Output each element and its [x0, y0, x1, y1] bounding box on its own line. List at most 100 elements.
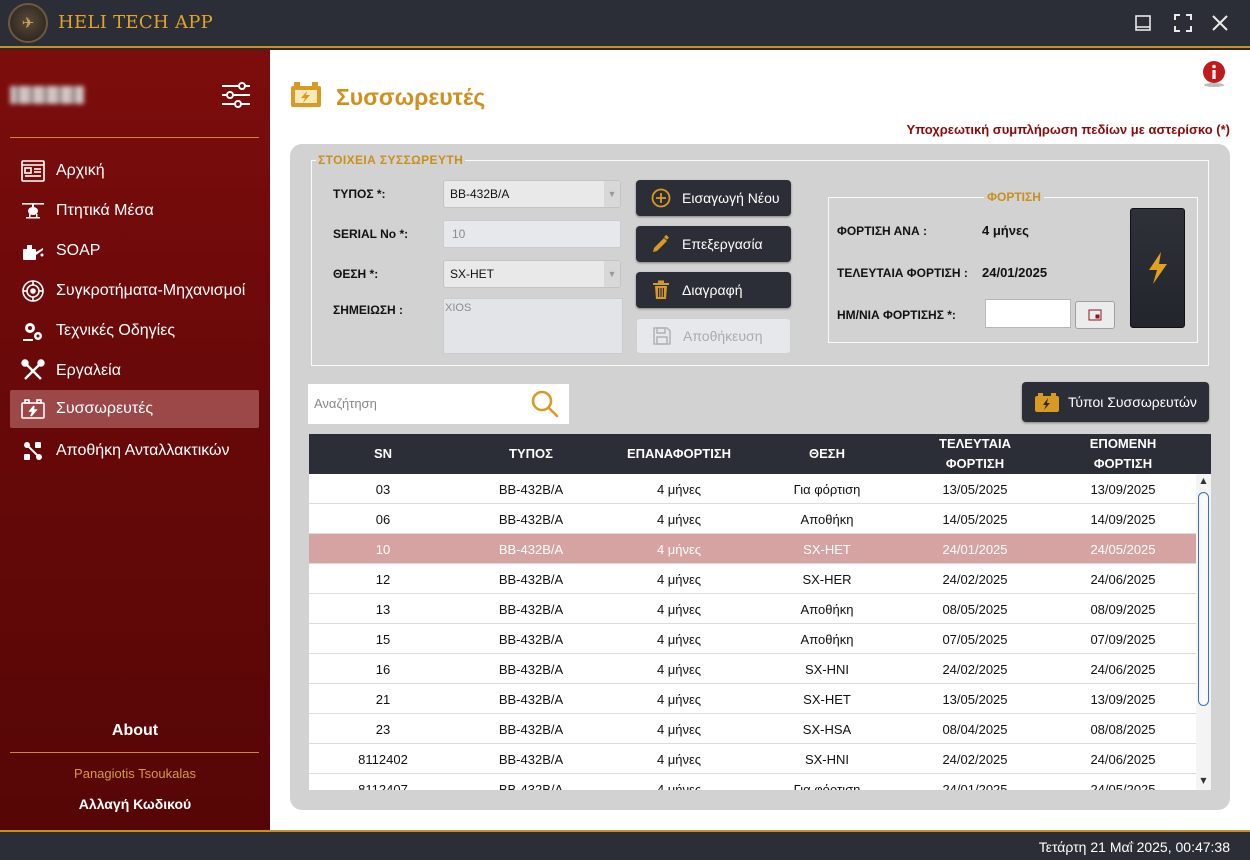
scroll-up-icon[interactable]: ▲ [1196, 476, 1211, 488]
sidebar-item-home[interactable]: Αρχική [10, 152, 259, 190]
table-cell: BB-432B/A [498, 751, 564, 767]
table-cell: 4 μήνες [656, 781, 702, 791]
fieldset-legend: ΣΤΟΙΧΕΙΑ ΣΥΣΣΩΡΕΥΤΗ [316, 153, 466, 167]
column-header[interactable]: ΤΥΠΟΣ [457, 434, 605, 474]
search-icon[interactable] [530, 389, 560, 419]
about-link[interactable]: About [0, 722, 270, 740]
main-content: Συσσωρευτές Υποχρεωτική συμπλήρωση πεδίω… [270, 50, 1250, 830]
charge-button[interactable] [1130, 208, 1185, 328]
table-row[interactable]: 06 BB-432B/A 4 μήνες Αποθήκη 14/05/2025 14/09… [309, 504, 1196, 534]
table-cell: SX-HNI [804, 751, 850, 767]
table-row[interactable]: 8112407 BB-432B/A 4 μήνες Για φόρτιση 24/01/… [309, 774, 1196, 790]
table-row[interactable]: 13 BB-432B/A 4 μήνες Αποθήκη 08/05/2025 08/09… [309, 594, 1196, 624]
dashboard-icon [20, 158, 46, 184]
charge-every-label: ΦΟΡΤΙΣΗ ΑΝΑ : [837, 224, 927, 238]
author-name: Panagiotis Tsoukalas [74, 766, 196, 781]
insert-new-button[interactable]: Εισαγωγή Νέου [636, 180, 791, 216]
position-label: ΘΕΣΗ *: [333, 267, 379, 281]
settings-sliders-icon[interactable] [220, 80, 252, 110]
position-select[interactable]: SX-HET ▼ [443, 260, 621, 288]
change-password-link[interactable]: Αλλαγή Κωδικού [0, 796, 270, 812]
table-cell: BB-432B/A [498, 691, 564, 707]
insert-new-label: Εισαγωγή Νέου [682, 190, 780, 206]
batteries-table: SN ΤΥΠΟΣ ΕΠΑΝΑΦΟΡΤΙΣΗ ΘΕΣΗ ΤΕΛΕΥΤΑΙΑ ΦΟΡΤΙΣΗ… [309, 434, 1211, 790]
type-select[interactable]: BB-432B/A ▼ [443, 180, 621, 208]
table-cell: 13 [375, 601, 391, 617]
table-cell: 4 μήνες [656, 571, 702, 587]
note-textarea[interactable]: XIOS [443, 298, 623, 354]
table-cell: 14/09/2025 [1090, 511, 1156, 527]
sidebar-item-parts-warehouse[interactable]: Αποθήκη Ανταλλακτικών [10, 432, 259, 470]
type-select-value: BB-432B/A [450, 187, 510, 201]
table-cell: 07/05/2025 [942, 631, 1008, 647]
column-header[interactable]: ΘΕΣΗ [753, 434, 901, 474]
helicopter-icon [20, 198, 46, 224]
page-title: Συσσωρευτές [336, 84, 486, 110]
oil-can-icon [20, 238, 46, 264]
table-row[interactable]: 10 BB-432B/A 4 μήνες SX-HET 24/01/2025 24/05/… [309, 534, 1196, 564]
table-row[interactable]: 8112402 BB-432B/A 4 μήνες SX-HNI 24/02/2025 2… [309, 744, 1196, 774]
maximize-icon[interactable] [1172, 12, 1194, 34]
serial-input[interactable]: 10 [443, 220, 621, 248]
table-cell: 14/05/2025 [942, 511, 1008, 527]
table-cell: 24/06/2025 [1090, 661, 1156, 677]
chevron-down-icon: ▼ [604, 181, 620, 207]
table-cell: 4 μήνες [656, 691, 702, 707]
table-header: SN ΤΥΠΟΣ ΕΠΑΝΑΦΟΡΤΙΣΗ ΘΕΣΗ ΤΕΛΕΥΤΑΙΑ ΦΟΡΤΙΣΗ… [309, 434, 1211, 474]
table-row[interactable]: 12 BB-432B/A 4 μήνες SX-HER 24/02/2025 24/06/… [309, 564, 1196, 594]
gears-icon [20, 318, 46, 344]
sidebar-item-label: Πτητικά Μέσα [56, 202, 154, 219]
calendar-button[interactable] [1075, 301, 1115, 329]
sidebar-item-assemblies[interactable]: Συγκροτήματα-Μηχανισμοί [10, 272, 259, 310]
scroll-down-icon[interactable]: ▼ [1196, 776, 1211, 788]
close-icon[interactable] [1209, 12, 1231, 34]
table-row[interactable]: 16 BB-432B/A 4 μήνες SX-HNI 24/02/2025 24/06/… [309, 654, 1196, 684]
edit-label: Επεξεργασία [682, 236, 763, 252]
scroll-thumb[interactable] [1198, 492, 1209, 706]
sidebar-item-soap[interactable]: SOAP [10, 232, 259, 270]
table-cell: BB-432B/A [498, 631, 564, 647]
table-cell: BB-432B/A [498, 721, 564, 737]
search-input[interactable]: Αναζήτηση [314, 396, 377, 411]
table-cell: 13/09/2025 [1090, 691, 1156, 707]
column-header[interactable]: SN [309, 434, 457, 474]
table-cell: 07/09/2025 [1090, 631, 1156, 647]
vertical-scrollbar[interactable]: ▲ ▼ [1196, 474, 1211, 790]
table-cell: Για φόρτιση [793, 481, 861, 497]
table-cell: 08/08/2025 [1090, 721, 1156, 737]
column-header[interactable]: ΕΠΑΝΑΦΟΡΤΙΣΗ [605, 434, 753, 474]
battery-types-label: Τύποι Συσσωρευτών [1068, 394, 1197, 410]
sidebar-item-label: Εργαλεία [56, 362, 121, 379]
table-cell: BB-432B/A [498, 781, 564, 791]
table-row[interactable]: 03 BB-432B/A 4 μήνες Για φόρτιση 13/05/2025 1… [309, 474, 1196, 504]
charge-date-input[interactable] [985, 299, 1071, 328]
table-cell: 4 μήνες [656, 631, 702, 647]
search-box[interactable]: Αναζήτηση [308, 384, 569, 424]
table-cell: 03 [375, 481, 391, 497]
sidebar-item-technical-directives[interactable]: Τεχνικές Οδηγίες [10, 312, 259, 350]
table-row[interactable]: 23 BB-432B/A 4 μήνες SX-HSA 08/04/2025 08/08/… [309, 714, 1196, 744]
sidebar-item-tools[interactable]: Εργαλεία [10, 352, 259, 390]
table-cell: 4 μήνες [656, 661, 702, 677]
last-charge-value: 24/01/2025 [982, 265, 1048, 280]
column-header[interactable]: ΕΠΟΜΕΝΗ ΦΟΡΤΙΣΗ [1049, 434, 1197, 474]
plus-circle-icon [650, 187, 672, 209]
sidebar-item-batteries[interactable]: Συσσωρευτές [10, 390, 259, 428]
save-button[interactable]: Αποθήκευση [636, 318, 791, 354]
table-cell: 13/05/2025 [942, 691, 1008, 707]
table-row[interactable]: 21 BB-432B/A 4 μήνες SX-HET 13/05/2025 13/09/… [309, 684, 1196, 714]
sidebar-item-aircraft[interactable]: Πτητικά Μέσα [10, 192, 259, 230]
table-row[interactable]: 15 BB-432B/A 4 μήνες Αποθήκη 07/05/2025 07/09… [309, 624, 1196, 654]
tools-icon [20, 358, 46, 384]
minimize-icon[interactable] [1132, 12, 1154, 34]
column-header[interactable]: ΤΕΛΕΥΤΑΙΑ ΦΟΡΤΙΣΗ [901, 434, 1049, 474]
info-icon[interactable] [1202, 60, 1226, 88]
table-cell: 4 μήνες [656, 541, 702, 557]
table-cell: BB-432B/A [498, 481, 564, 497]
sidebar-item-label: Συγκροτήματα-Μηχανισμοί [56, 282, 246, 299]
delete-button[interactable]: Διαγραφή [636, 272, 791, 308]
edit-button[interactable]: Επεξεργασία [636, 226, 791, 262]
battery-types-button[interactable]: Τύποι Συσσωρευτών [1022, 382, 1209, 422]
table-cell: 24/02/2025 [942, 571, 1008, 587]
status-bar: Τετάρτη 21 Μαΐ 2025, 00:47:38 [0, 830, 1250, 860]
